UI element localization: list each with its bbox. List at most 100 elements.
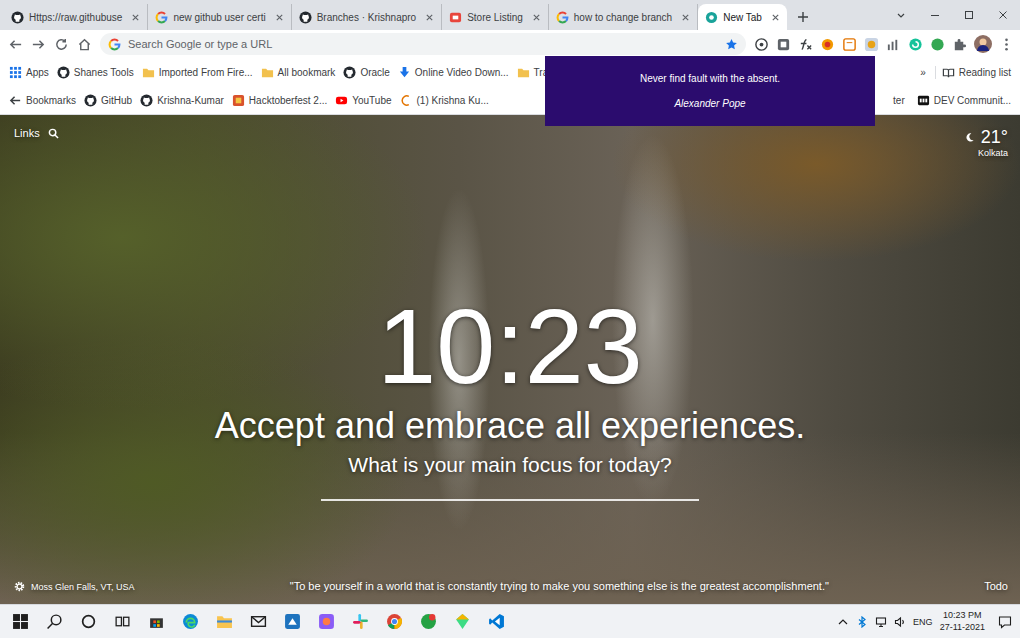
task-view-icon[interactable] (114, 613, 131, 630)
extension-icon[interactable] (820, 37, 835, 52)
bookmark-label[interactable]: Bookmarks (26, 95, 76, 106)
tab-search-button[interactable] (884, 0, 918, 30)
bookmark-label[interactable]: Krishna-Kumar (157, 95, 224, 106)
vscode-icon[interactable] (488, 613, 505, 630)
omnibox-placeholder[interactable]: Search Google or type a URL (128, 38, 272, 50)
extension-icon[interactable] (908, 37, 923, 52)
date[interactable]: 27-11-2021 (940, 622, 985, 633)
extension-icon[interactable] (886, 37, 901, 52)
tab-label[interactable]: New Tab (723, 12, 762, 23)
reading-list[interactable]: Reading list (935, 66, 1014, 79)
back-icon[interactable] (8, 37, 23, 52)
puzzle-icon[interactable] (952, 37, 967, 52)
bookmark[interactable]: GitHub (81, 94, 135, 107)
restore-icon[interactable] (964, 10, 974, 20)
tab-label[interactable]: Https://raw.githubuse (29, 12, 122, 23)
app-icon[interactable] (420, 613, 437, 630)
tab[interactable]: new github user certi (148, 4, 291, 30)
language[interactable]: ENG (913, 617, 933, 627)
network-icon[interactable] (875, 616, 887, 628)
bookmark[interactable]: All bookmark (258, 66, 339, 79)
edge-icon[interactable] (182, 613, 199, 630)
bookmark[interactable]: (1) Krishna Ku... (397, 94, 492, 107)
close-icon[interactable] (425, 13, 434, 22)
minimize-button[interactable] (918, 0, 952, 30)
menu-icon[interactable] (999, 37, 1014, 52)
close-window-button[interactable] (986, 0, 1020, 30)
extension-icon[interactable] (864, 37, 879, 52)
close-icon[interactable] (681, 13, 690, 22)
bookmark-label[interactable]: Hacktoberfest 2... (249, 95, 327, 106)
bookmarks-overflow[interactable]: » (917, 67, 929, 78)
bookmark-label[interactable]: YouTube (352, 95, 391, 106)
bookmark-label[interactable]: DEV Communit... (934, 95, 1011, 106)
reload-icon[interactable] (54, 37, 69, 52)
bookmark-star-icon[interactable] (725, 38, 738, 51)
restore-button[interactable] (952, 0, 986, 30)
bookmark-label[interactable]: (1) Krishna Ku... (417, 95, 489, 106)
extension-icon[interactable] (930, 37, 945, 52)
tab[interactable]: Branches · Krishnapro (292, 4, 443, 30)
forward-icon[interactable] (31, 37, 46, 52)
close-icon[interactable] (275, 13, 284, 22)
close-icon[interactable] (131, 13, 140, 22)
tab-label[interactable]: Store Listing (467, 12, 523, 23)
bookmark-label[interactable]: ter (893, 95, 905, 106)
chrome-icon[interactable] (386, 613, 403, 630)
file-explorer-icon[interactable] (216, 613, 233, 630)
clock[interactable]: 10:23 PM 27-11-2021 (940, 610, 985, 633)
tab[interactable]: Https://raw.githubuse (4, 4, 148, 30)
tab-label[interactable]: how to change branch (574, 12, 672, 23)
plus-icon[interactable] (797, 11, 809, 23)
bluetooth-icon[interactable] (856, 616, 868, 628)
focus-input[interactable] (321, 499, 699, 501)
bookmark[interactable]: Imported From Fire... (139, 66, 256, 79)
notifications-icon[interactable] (998, 615, 1012, 629)
home-icon[interactable] (77, 37, 92, 52)
bookmark[interactable]: Oracle (340, 66, 392, 79)
search-icon[interactable] (46, 613, 63, 630)
bookmark[interactable]: Apps (6, 66, 52, 79)
reading-list-label[interactable]: Reading list (959, 67, 1011, 78)
mail-icon[interactable] (250, 613, 267, 630)
close-icon[interactable] (771, 13, 780, 22)
profile-avatar-icon[interactable] (974, 35, 992, 53)
bookmark-label[interactable]: All bookmark (278, 67, 336, 78)
tab[interactable]: Store Listing (442, 4, 549, 30)
bookmark[interactable]: Bookmarks (6, 94, 79, 107)
photo-info[interactable]: Moss Glen Falls, VT, USA (14, 581, 135, 592)
bookmark[interactable]: ter (890, 95, 908, 106)
close-window-icon[interactable] (998, 10, 1008, 20)
photo-location[interactable]: Moss Glen Falls, VT, USA (31, 582, 135, 592)
chevron-down-icon[interactable] (896, 10, 906, 20)
tab-label[interactable]: new github user certi (173, 12, 265, 23)
omnibox[interactable]: Search Google or type a URL (100, 33, 746, 55)
weather[interactable]: 21° Kolkata (964, 127, 1008, 158)
bookmark[interactable]: Hacktoberfest 2... (229, 94, 330, 107)
windows-start-icon[interactable] (12, 613, 29, 630)
tab[interactable]: New Tab (698, 4, 787, 30)
todo-button[interactable]: Todo (984, 580, 1008, 592)
extension-icon[interactable] (776, 37, 791, 52)
bookmark-label[interactable]: GitHub (101, 95, 132, 106)
time[interactable]: 10:23 PM (943, 610, 982, 621)
app-icon[interactable] (284, 613, 301, 630)
cortana-icon[interactable] (80, 613, 97, 630)
volume-icon[interactable] (894, 616, 906, 628)
search-icon[interactable] (48, 128, 59, 139)
links-button[interactable]: Links (14, 127, 59, 139)
bookmark[interactable]: YouTube (332, 94, 394, 107)
gear-icon[interactable] (14, 581, 25, 592)
tab[interactable]: how to change branch (549, 4, 698, 30)
bookmark-label[interactable]: Apps (26, 67, 49, 78)
store-icon[interactable] (148, 613, 165, 630)
chevron-up-icon[interactable] (837, 616, 849, 628)
bookmark-label[interactable]: Online Video Down... (415, 67, 509, 78)
bookmark-label[interactable]: Oracle (360, 67, 389, 78)
app-icon[interactable] (454, 613, 471, 630)
tab-label[interactable]: Branches · Krishnapro (317, 12, 417, 23)
bookmark[interactable]: DEV Communit... (914, 94, 1014, 107)
bookmark-label[interactable]: Shanes Tools (74, 67, 134, 78)
bookmark[interactable]: Shanes Tools (54, 66, 137, 79)
close-icon[interactable] (532, 13, 541, 22)
